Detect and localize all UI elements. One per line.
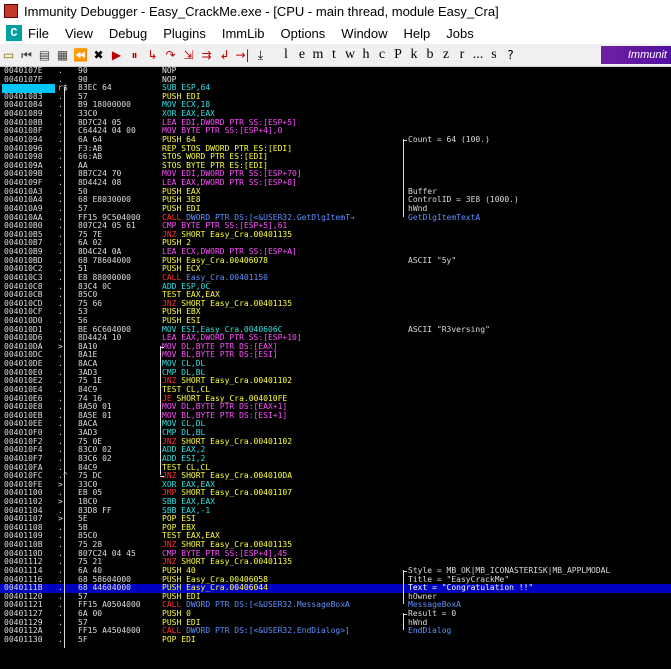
disasm-row[interactable]: 004010EB. 8A5E 01 MOV BL,BYTE PTR DS:[ESI+…: [0, 411, 671, 421]
disasm-row[interactable]: 00401084. B9 18000000 MOV ECX,18: [0, 101, 671, 110]
toolbar-letter-k[interactable]: k: [406, 47, 422, 63]
toolbar-letter-s[interactable]: s: [486, 47, 502, 63]
disasm-row[interactable]: 004010CD. 75 66 JNZ SHORT Easy_Cra.0040113…: [0, 299, 671, 309]
title-bar: Immunity Debugger - Easy_CrackMe.exe - […: [0, 0, 671, 22]
disasm-comment: EndDialog: [408, 626, 452, 636]
toolbar-letter-e[interactable]: e: [294, 47, 310, 63]
args-bracket-enddialog: [403, 613, 404, 631]
disasm-row[interactable]: 00401127. 6A 00 PUSH 0 Result = 0: [0, 609, 671, 619]
disasm-row[interactable]: 004010A4. 68 E8030000 PUSH 3E8 ControlID = …: [0, 195, 671, 205]
disasm-row[interactable]: 004010F7. 83C6 02 ADD ESI,2: [0, 454, 671, 464]
menu-view[interactable]: View: [65, 26, 93, 41]
loop-bracket: [160, 345, 161, 476]
close-icon[interactable]: ✖: [90, 46, 107, 64]
menu-window[interactable]: Window: [341, 26, 387, 41]
app-icon: [4, 4, 18, 18]
cpu-window-icon[interactable]: C: [6, 25, 22, 41]
menu-help[interactable]: Help: [404, 26, 431, 41]
disassembly-pane[interactable]: 0040107E. 90 NOP 0040107F. 90 NOP r$ 83EC 64 SUB…: [0, 67, 671, 669]
disasm-row[interactable]: 004010FC .^ 75 DC JNZ SHORT Easy_Cra.004010…: [0, 471, 671, 481]
goto-icon[interactable]: →|: [234, 46, 251, 64]
disasm-row[interactable]: 004010DA >8A10 MOV DL,BYTE PTR DS:[EAX]: [0, 342, 671, 352]
args-bracket-top: [403, 614, 407, 616]
disasm-row[interactable]: 004010C8. 83C4 0C ADD ESP,0C: [0, 282, 671, 292]
disasm-row[interactable]: 00401098. 66:AB STOS WORD PTR ES:[EDI]: [0, 152, 671, 162]
toolbar-letter-l[interactable]: l: [278, 47, 294, 63]
immunity-logo: Immunit: [601, 46, 671, 64]
toolbar-letter-t[interactable]: t: [326, 47, 342, 63]
disasm-row[interactable]: 0040109F. 8D4424 08 LEA EAX,DWORD PTR SS:[…: [0, 178, 671, 188]
toolbar-letter-z[interactable]: z: [438, 47, 454, 63]
disasm-row[interactable]: 004010E2. 75 1E JNZ SHORT Easy_Cra.0040110…: [0, 377, 671, 386]
disasm-row[interactable]: 004010EE. 8ACA MOV CL,DL: [0, 420, 671, 429]
disasm-row[interactable]: 004010BD. 68 78604000 PUSH Easy_Cra.004060…: [0, 255, 671, 266]
disasm-address: 0040107F: [4, 74, 43, 84]
window-title: Immunity Debugger - Easy_CrackMe.exe - […: [24, 3, 499, 19]
args-bracket-top: [403, 139, 407, 141]
toolbar-letter-b[interactable]: b: [422, 47, 438, 63]
step-over-icon[interactable]: ↷: [162, 46, 179, 64]
open-icon[interactable]: ▭: [0, 46, 17, 64]
anim-icon[interactable]: ⤓: [252, 46, 269, 64]
toolbar-letter-p[interactable]: P: [390, 47, 406, 63]
toolbar-letter-h[interactable]: h: [358, 47, 374, 63]
toolbar-letter-m[interactable]: m: [310, 47, 326, 63]
loop-bracket-top: [160, 346, 164, 348]
pause-icon[interactable]: ⏸: [126, 46, 143, 64]
disasm-row[interactable]: 00401130. 5F POP EDI: [0, 634, 671, 645]
function-bracket: [64, 87, 65, 648]
args-bracket-messagebox: [403, 569, 404, 605]
disasm-row[interactable]: 00401100. EB 05 JMP SHORT Easy_Cra.0040110…: [0, 489, 671, 498]
toolbar-letter-c[interactable]: c: [374, 47, 390, 63]
disasm-row[interactable]: r$ 83EC 64 SUB ESP,64: [0, 83, 671, 93]
disasm-marker: .: [58, 634, 63, 644]
toolbar: ▭ ⏮ ▤ ▦ ⏪ ✖ ▶ ⏸ ↳ ↷ ⇲ ⇉ ↲ →| ⤓ l e m t w…: [0, 44, 671, 67]
trace-into-icon[interactable]: ⇲: [180, 46, 197, 64]
disasm-row[interactable]: 004010CF. 53 PUSH EBX: [0, 308, 671, 317]
menu-debug[interactable]: Debug: [109, 26, 147, 41]
console-icon[interactable]: ▤: [36, 46, 53, 64]
menu-bar: C File View Debug Plugins ImmLib Options…: [0, 22, 671, 44]
restart-program-icon[interactable]: ⏪: [72, 46, 89, 64]
trace-over-icon[interactable]: ⇉: [198, 46, 215, 64]
toolbar-letter-w[interactable]: w: [342, 47, 358, 63]
disasm-comment: ASCII "R3versing": [408, 324, 490, 334]
disasm-address: 00401130: [4, 634, 43, 644]
run-icon[interactable]: ▶: [108, 46, 125, 64]
log-icon[interactable]: ▦: [54, 46, 71, 64]
disasm-comment: Count = 64 (100.): [408, 134, 490, 144]
args-bracket-getdlgitemtext: [403, 138, 404, 217]
disasm-comment: ASCII "5y": [408, 255, 457, 265]
disasm-row[interactable]: 0040107E. 90 NOP: [0, 67, 671, 76]
menu-options[interactable]: Options: [280, 26, 325, 41]
menu-plugins[interactable]: Plugins: [163, 26, 206, 41]
disasm-instruction: POP EDI: [162, 634, 196, 644]
disasm-row[interactable]: 00401107 >5E POP ESI: [0, 514, 671, 524]
disasm-row[interactable]: 004010D6. 8D4424 10 LEA EAX,DWORD PTR SS:[…: [0, 333, 671, 343]
disasm-row[interactable]: 00401108. 5B POP EBX: [0, 523, 671, 533]
disasm-row[interactable]: 00401104. 83D8 FF SBB EAX,-1: [0, 506, 671, 516]
loop-bracket-bottom: [160, 476, 164, 478]
args-bracket-top: [403, 570, 407, 572]
toolbar-letter-r[interactable]: r: [454, 47, 470, 63]
menu-jobs[interactable]: Jobs: [446, 26, 473, 41]
execute-till-return-icon[interactable]: ↲: [216, 46, 233, 64]
disasm-row[interactable]: 0040112A. FF15 A4504000 CALL DWORD PTR DS:…: [0, 626, 671, 636]
disasm-hex: 5F: [78, 634, 88, 644]
menu-immlib[interactable]: ImmLib: [222, 26, 265, 41]
toolbar-letter-more[interactable]: ...: [470, 47, 486, 63]
disasm-row[interactable]: 004010DC. 8A1E MOV BL,BYTE PTR DS:[ESI]: [0, 351, 671, 360]
restart-icon[interactable]: ⏮: [18, 46, 35, 64]
disasm-row[interactable]: 0040111B. 68 44604000 PUSH Easy_Cra.004060…: [0, 583, 671, 593]
disasm-comment: GetDlgItemTextA: [408, 212, 481, 222]
help-icon[interactable]: ?: [502, 46, 519, 64]
step-into-icon[interactable]: ↳: [144, 46, 161, 64]
disasm-row[interactable]: 004010DE. 8ACA MOV CL,DL: [0, 359, 671, 369]
menu-file[interactable]: File: [28, 26, 49, 41]
